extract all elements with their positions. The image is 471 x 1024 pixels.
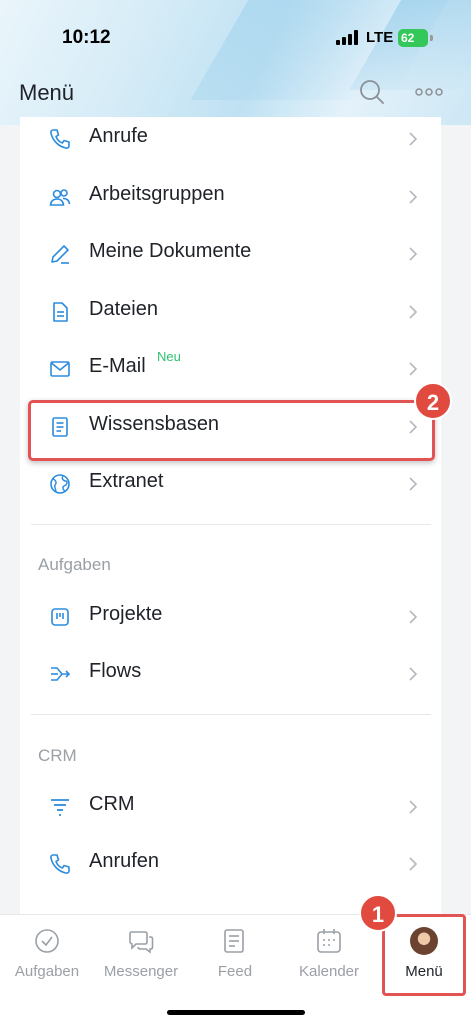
tab-feed[interactable]: Feed bbox=[190, 915, 280, 995]
tab-aufgaben[interactable]: Aufgaben bbox=[2, 915, 92, 995]
chat-icon bbox=[127, 927, 155, 955]
more-icon[interactable] bbox=[414, 80, 444, 104]
chevron-right-icon bbox=[407, 798, 419, 816]
crm-icon bbox=[48, 795, 72, 819]
phone-icon bbox=[48, 127, 72, 151]
chevron-right-icon bbox=[407, 855, 419, 873]
check-circle-icon bbox=[33, 927, 61, 955]
menu-item-dateien[interactable]: Dateien bbox=[20, 284, 441, 340]
search-icon[interactable] bbox=[358, 78, 386, 106]
chevron-right-icon bbox=[407, 475, 419, 493]
phone-icon bbox=[48, 852, 72, 876]
menu-item-label: CRM bbox=[89, 793, 135, 815]
file-icon bbox=[48, 300, 72, 324]
highlight-wissensbasen bbox=[28, 400, 435, 461]
divider bbox=[31, 714, 431, 715]
status-bar: 10:12 LTE 62 bbox=[0, 0, 471, 62]
tab-label: Kalender bbox=[298, 963, 360, 980]
menu-item-crm[interactable]: CRM bbox=[20, 779, 441, 835]
mail-icon bbox=[48, 357, 72, 381]
menu-item-label: Dateien bbox=[89, 298, 158, 320]
menu-item-meine-dokumente[interactable]: Meine Dokumente bbox=[20, 226, 441, 282]
tab-label: Feed bbox=[217, 963, 253, 980]
menu-item-label: E-Mail Neu bbox=[89, 349, 181, 377]
page-title: Menü bbox=[19, 80, 75, 105]
home-indicator bbox=[167, 1010, 305, 1015]
menu-item-label: Arbeitsgruppen bbox=[89, 183, 225, 205]
menu-item-extranet[interactable]: Extranet bbox=[20, 456, 441, 512]
new-badge: Neu bbox=[157, 349, 181, 364]
calendar-icon bbox=[315, 927, 343, 955]
section-title-aufgaben: Aufgaben bbox=[38, 555, 111, 574]
chevron-right-icon bbox=[407, 608, 419, 626]
network-label: LTE bbox=[366, 29, 394, 46]
globe-icon bbox=[48, 472, 72, 496]
menu-list: Anrufe Arbeitsgruppen Meine Dokumente Da… bbox=[20, 117, 441, 917]
divider bbox=[31, 524, 431, 525]
step-badge-1: 1 bbox=[359, 894, 397, 932]
menu-item-label: Extranet bbox=[89, 470, 164, 492]
status-time: 10:12 bbox=[62, 27, 111, 48]
section-title-crm: CRM bbox=[38, 746, 77, 765]
menu-item-label: Projekte bbox=[89, 603, 163, 625]
tab-kalender[interactable]: Kalender bbox=[284, 915, 374, 995]
flows-icon bbox=[48, 662, 72, 686]
menu-item-label: Flows bbox=[89, 660, 142, 682]
menu-item-label: Anrufen bbox=[89, 850, 160, 872]
chevron-right-icon bbox=[407, 303, 419, 321]
menu-item-projekte[interactable]: Projekte bbox=[20, 589, 441, 645]
chevron-right-icon bbox=[407, 130, 419, 148]
highlight-menu-tab bbox=[382, 914, 466, 996]
menu-item-arbeitsgruppen[interactable]: Arbeitsgruppen bbox=[20, 169, 441, 225]
app-header: Menü bbox=[0, 70, 471, 116]
feed-icon bbox=[221, 927, 249, 955]
step-badge-2: 2 bbox=[414, 382, 452, 420]
tab-label: Messenger bbox=[103, 963, 179, 980]
project-icon bbox=[48, 605, 72, 629]
chevron-right-icon bbox=[407, 188, 419, 206]
signal-icon bbox=[336, 30, 358, 45]
tab-messenger[interactable]: Messenger bbox=[96, 915, 186, 995]
pen-icon bbox=[48, 242, 72, 266]
battery-icon: 62 bbox=[398, 29, 428, 47]
menu-item-label: Anrufe bbox=[89, 125, 148, 147]
menu-item-flows[interactable]: Flows bbox=[20, 646, 441, 702]
chevron-right-icon bbox=[407, 360, 419, 378]
group-icon bbox=[48, 185, 72, 209]
chevron-right-icon bbox=[407, 665, 419, 683]
tab-label: Aufgaben bbox=[14, 963, 80, 980]
chevron-right-icon bbox=[407, 245, 419, 263]
menu-item-anrufen[interactable]: Anrufen bbox=[20, 836, 441, 892]
menu-item-e-mail[interactable]: E-Mail Neu bbox=[20, 341, 441, 397]
menu-item-label: Meine Dokumente bbox=[89, 240, 252, 262]
menu-item-anrufe[interactable]: Anrufe bbox=[20, 111, 441, 167]
